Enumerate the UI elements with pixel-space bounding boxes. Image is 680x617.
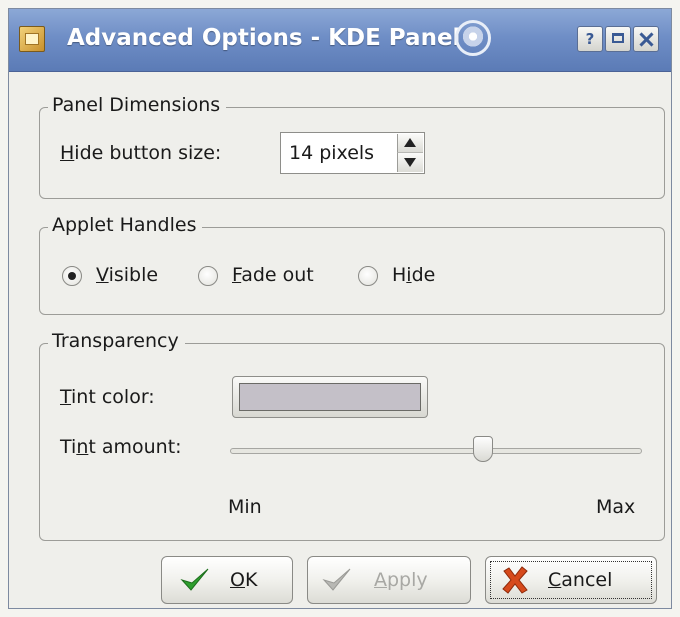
ok-button-label: OK [230,569,258,591]
checkmark-icon [322,568,351,591]
arrow-down-icon [404,158,416,167]
slider-max-label: Max [596,496,636,518]
ok-button[interactable]: OK [161,556,293,604]
applet-handles-group: Applet Handles Visible Fade out Hide [39,214,665,315]
window-title: Advanced Options - KDE Panel [67,25,461,51]
transparency-group: Transparency Tint color: Tint amount: Mi… [39,330,665,541]
close-button[interactable] [633,26,659,52]
cancel-button[interactable]: Cancel [485,556,657,604]
tint-amount-slider-handle[interactable] [473,436,494,462]
tint-color-fill [239,383,421,411]
slider-min-label: Min [228,496,262,518]
spin-up-button[interactable] [397,134,423,153]
tint-amount-label: Tint amount: [60,436,182,458]
cancel-button-label: Cancel [548,569,613,591]
applet-handles-title: Applet Handles [48,214,203,236]
hide-button-size-label: Hide button size: [60,142,222,164]
panel-dimensions-title: Panel Dimensions [48,94,227,116]
tint-amount-slider-track[interactable] [230,448,642,454]
tint-color-label: Tint color: [60,386,155,408]
transparency-title: Transparency [48,330,185,352]
apply-button-label: Apply [374,569,428,591]
checkmark-icon [180,568,209,591]
hide-button-size-spinbox[interactable]: 14 pixels [280,132,425,174]
arrow-up-icon [404,138,416,147]
cancel-x-icon [502,566,528,594]
kde-panel-app-icon[interactable] [19,26,45,52]
hide-radio[interactable] [358,266,378,286]
tint-color-button[interactable] [232,376,428,418]
spin-down-button[interactable] [397,153,423,172]
fade-out-radio[interactable] [198,266,218,286]
help-button[interactable]: ? [577,26,603,52]
hide-button-size-value[interactable]: 14 pixels [289,142,374,164]
title-bar[interactable]: Advanced Options - KDE Panel ? [9,9,671,72]
maximize-button[interactable] [605,26,631,52]
visible-radio[interactable] [62,266,82,286]
apply-button[interactable]: Apply [307,556,471,604]
hide-radio-label[interactable]: Hide [392,264,435,286]
advanced-options-dialog: Advanced Options - KDE Panel ? Panel Dim… [8,8,672,609]
panel-dimensions-group: Panel Dimensions Hide button size: 14 pi… [39,94,665,199]
fade-out-radio-label[interactable]: Fade out [232,264,314,286]
title-bar-swirl-icon [455,20,491,56]
visible-radio-label[interactable]: Visible [96,264,158,286]
